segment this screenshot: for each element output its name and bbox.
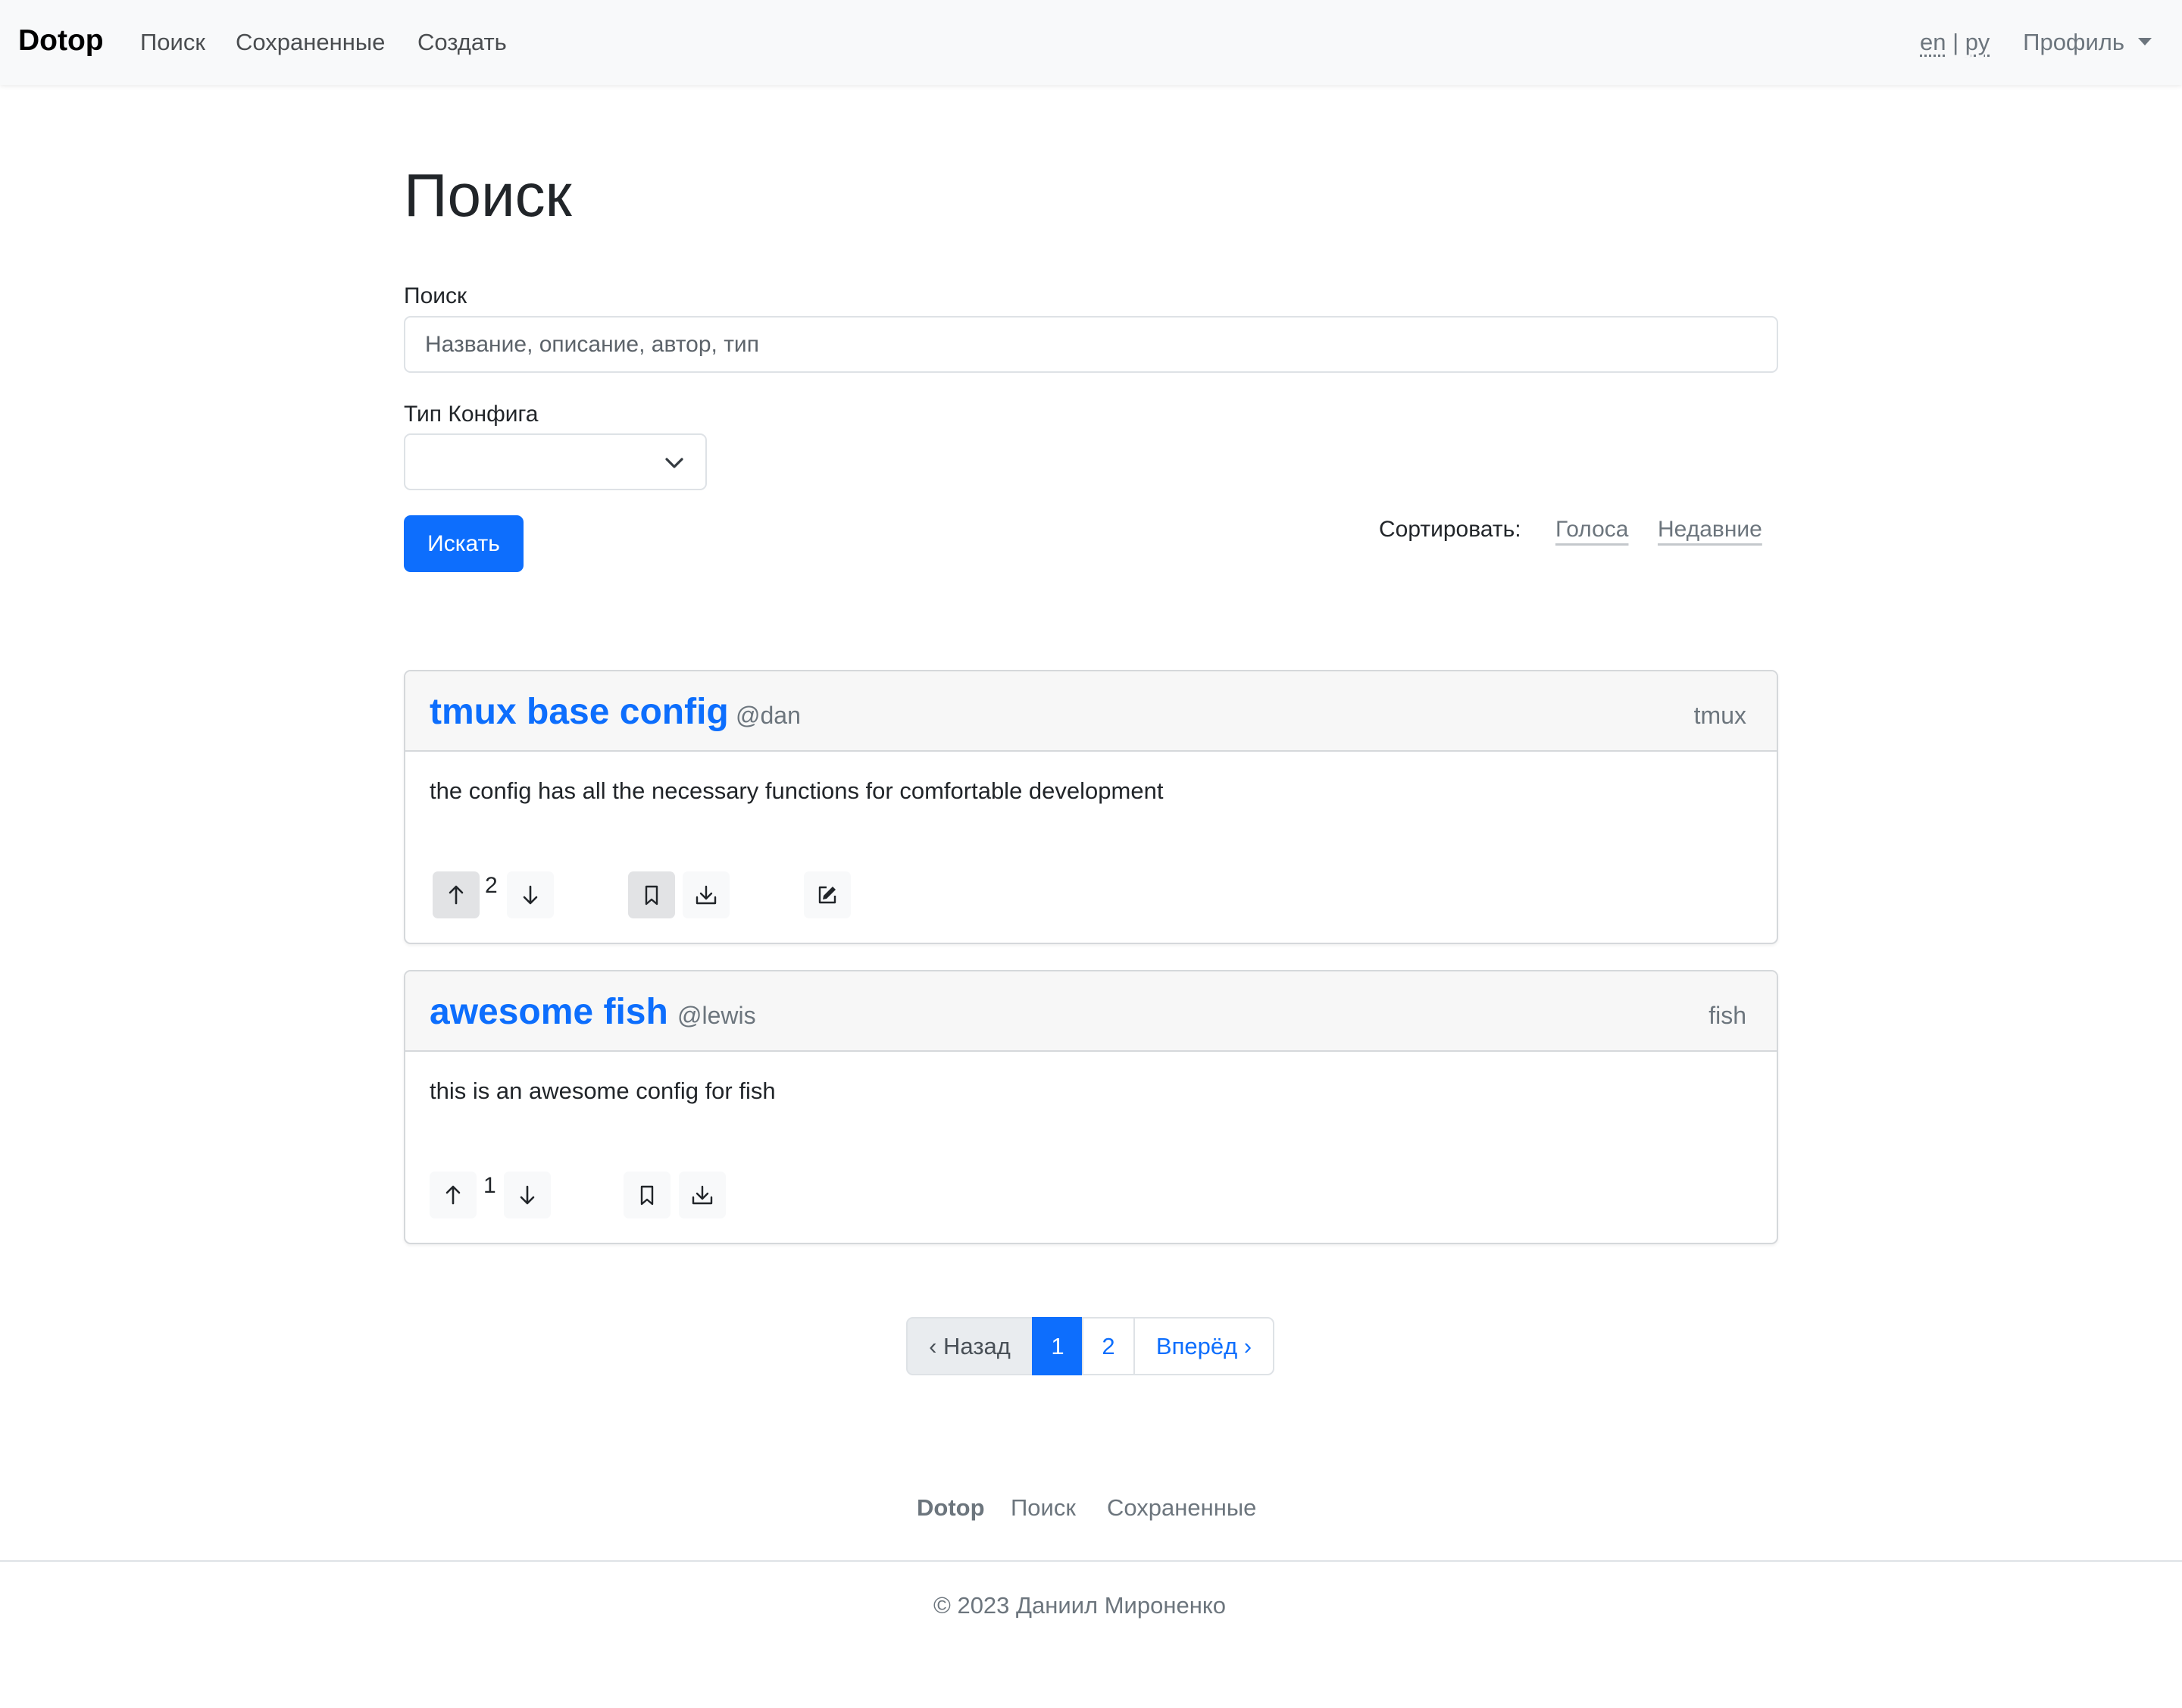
profile-dropdown[interactable]: Профиль <box>2023 29 2152 56</box>
download-button[interactable] <box>683 871 730 918</box>
config-title-link[interactable]: awesome fish <box>430 991 668 1033</box>
search-label: Поиск <box>404 283 467 308</box>
lang-separator: | <box>1952 29 1959 55</box>
pagination-page-2[interactable]: 2 <box>1082 1317 1135 1375</box>
config-type-badge: tmux <box>1693 702 1746 729</box>
config-card: tmux base config @dan tmux the config ha… <box>404 670 1778 944</box>
edit-button[interactable] <box>804 871 851 918</box>
footer-divider <box>0 1560 2182 1562</box>
config-description: this is an awesome config for fish <box>430 1078 776 1104</box>
arrow-down-icon <box>520 1185 535 1205</box>
vote-count: 2 <box>485 873 498 898</box>
download-button[interactable] <box>679 1172 726 1218</box>
arrow-up-icon <box>445 1185 461 1205</box>
vote-count: 1 <box>483 1173 496 1198</box>
profile-label: Профиль <box>2023 29 2124 55</box>
language-switcher: en | ру <box>1920 29 1990 56</box>
search-input[interactable] <box>404 316 1778 373</box>
bookmark-button[interactable] <box>624 1172 671 1218</box>
downvote-button[interactable] <box>507 871 554 918</box>
config-type-select[interactable] <box>404 433 707 490</box>
config-description: the config has all the necessary functio… <box>430 777 1164 804</box>
search-button[interactable]: Искать <box>404 515 524 572</box>
bookmark-icon <box>645 885 658 906</box>
nav-link-search[interactable]: Поиск <box>140 29 205 56</box>
download-icon <box>696 885 717 905</box>
upvote-button[interactable] <box>433 871 480 918</box>
copyright: © 2023 Даниил Мироненко <box>933 1592 1226 1619</box>
bookmark-icon <box>640 1185 654 1206</box>
arrow-down-icon <box>523 885 538 905</box>
pagination-prev[interactable]: ‹ Назад <box>906 1317 1033 1375</box>
footer-link-saved[interactable]: Сохраненные <box>1107 1494 1256 1522</box>
downvote-button[interactable] <box>504 1172 551 1218</box>
author-link[interactable]: @dan <box>736 702 801 730</box>
author-link[interactable]: @lewis <box>677 1002 756 1030</box>
nav-link-create[interactable]: Создать <box>417 29 507 56</box>
pagination-next[interactable]: Вперёд › <box>1133 1317 1274 1375</box>
navbar: Dotop Поиск Сохраненные Создать en | ру … <box>0 0 2182 85</box>
bookmark-button[interactable] <box>628 871 675 918</box>
navbar-brand[interactable]: Dotop <box>18 24 104 58</box>
card-header: tmux base config @dan tmux <box>405 671 1777 752</box>
config-title-link[interactable]: tmux base config <box>430 691 729 733</box>
chevron-down-icon <box>665 458 683 468</box>
upvote-button[interactable] <box>430 1172 477 1218</box>
config-card: awesome fish @lewis fish this is an awes… <box>404 970 1778 1244</box>
download-icon <box>692 1185 713 1205</box>
lang-en-link[interactable]: en <box>1920 29 1946 55</box>
caret-down-icon <box>2138 38 2152 45</box>
lang-ru-link[interactable]: ру <box>1965 29 1990 55</box>
sort-recent-link[interactable]: Недавние <box>1658 517 1762 543</box>
nav-link-saved[interactable]: Сохраненные <box>236 29 385 56</box>
card-header: awesome fish @lewis fish <box>405 971 1777 1052</box>
footer-brand[interactable]: Dotop <box>917 1494 985 1522</box>
footer-link-search[interactable]: Поиск <box>1011 1494 1076 1522</box>
edit-icon <box>818 886 836 904</box>
config-type-badge: fish <box>1708 1002 1746 1029</box>
arrow-up-icon <box>449 885 464 905</box>
pagination-page-1[interactable]: 1 <box>1032 1317 1083 1375</box>
sort-label: Сортировать: <box>1379 517 1521 542</box>
config-type-label: Тип Конфига <box>404 402 539 427</box>
sort-votes-link[interactable]: Голоса <box>1555 517 1628 543</box>
page-title: Поиск <box>404 161 572 229</box>
